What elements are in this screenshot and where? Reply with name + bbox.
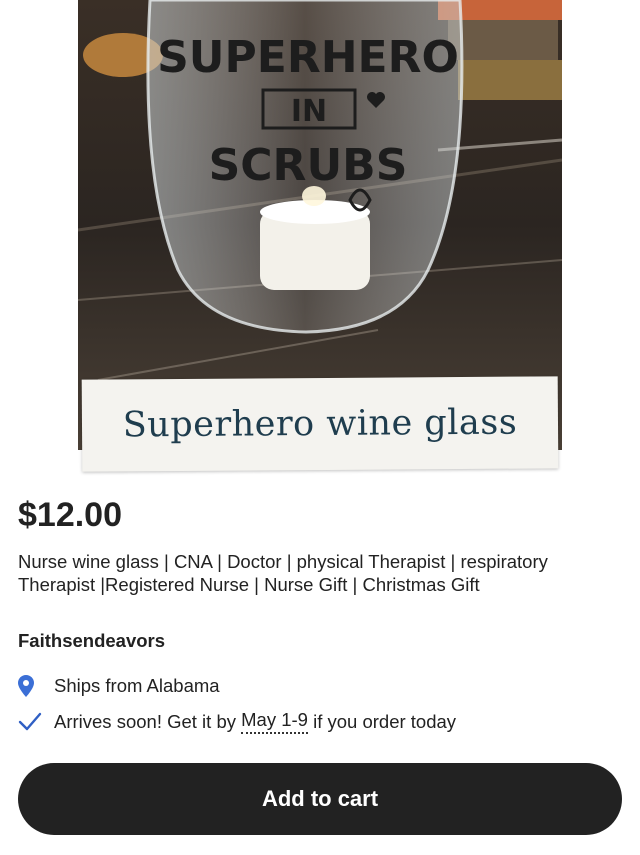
arrival-dates-tooltip[interactable]: May 1-9 <box>241 709 308 734</box>
glass-print-line1: SUPERHERO <box>157 32 459 83</box>
ships-from-text: Ships from Alabama <box>54 675 220 696</box>
price: $12.00 <box>18 496 122 534</box>
glass-print-line3: SCRUBS <box>209 140 408 191</box>
image-caption: Superhero wine glass <box>122 402 518 446</box>
image-caption-strip: Superhero wine glass <box>81 376 559 472</box>
arrival-suffix: if you order today <box>313 710 457 732</box>
shop-name-link[interactable]: Faithsendeavors <box>18 630 165 652</box>
arrival-row: Arrives soon! Get it by May 1-9 if you o… <box>18 709 456 734</box>
location-pin-icon <box>18 674 46 698</box>
glass-print-line2: IN <box>291 94 327 129</box>
arrival-prefix: Arrives soon! Get it by <box>54 710 236 732</box>
listing-title: Nurse wine glass | CNA | Doctor | physic… <box>18 551 548 595</box>
checkmark-icon <box>18 710 46 734</box>
ships-from-row: Ships from Alabama <box>18 674 220 698</box>
add-to-cart-button[interactable]: Add to cart <box>18 763 622 835</box>
